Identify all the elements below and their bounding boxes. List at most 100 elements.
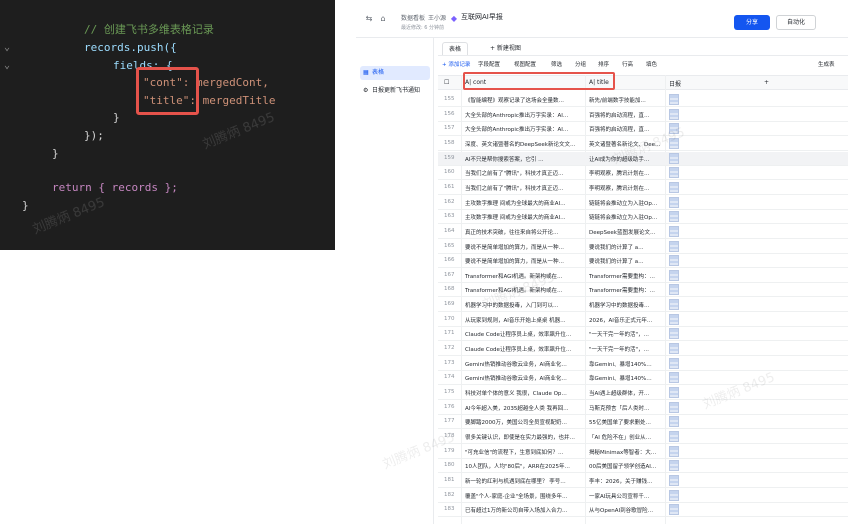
cell-title[interactable]: 从与OpenAI到谷歌冒险… <box>589 506 665 514</box>
attachment-thumbnail[interactable] <box>669 108 679 120</box>
table-row[interactable]: 161 当我们之前有了"腾讯"，科技才真正迈… 李明观察，腾讯计划在… <box>438 181 848 195</box>
tab-table[interactable]: 表格 <box>442 42 469 55</box>
cell-title[interactable]: "一天干完一年的活"，… <box>589 330 665 338</box>
collapse-icon[interactable]: ⇆ <box>364 14 374 24</box>
attachment-thumbnail[interactable] <box>669 181 679 193</box>
group-button[interactable]: 分组 <box>575 60 586 68</box>
cell-title[interactable]: "一天干完一年的活"，… <box>589 345 665 353</box>
cell-cont[interactable]: 主攻数字推理 间或为全球最大的商业AI… <box>465 213 585 221</box>
cell-title[interactable]: 一家AI玩具公司宣称千… <box>589 492 665 500</box>
table-row[interactable]: 165 要说不是简单增加的算力，而是从一种… 要说我们的计算了 a… <box>438 240 848 254</box>
table-row[interactable]: 162 主攻数字推理 间或为全球最大的商业AI… 链链将会推动立为入驻Op… <box>438 196 848 210</box>
table-row[interactable]: 163 主攻数字推理 间或为全球最大的商业AI… 链链将会推动立为入驻Op… <box>438 210 848 225</box>
table-row[interactable]: 172 Claude Code让程序员上桌，效率飙升位… "一天干完一年的活"，… <box>438 342 848 357</box>
filter-button[interactable]: 筛选 <box>551 60 562 68</box>
attachment-thumbnail[interactable] <box>669 489 679 501</box>
table-row[interactable]: 171 Claude Code让程序员上桌，效率飙升位… "一天干完一年的活"，… <box>438 327 848 342</box>
attachment-thumbnail[interactable] <box>669 255 679 267</box>
table-row[interactable]: 176 AI今年超入美，2035超越全人类 我再回… 马斯克预言「后人类时… <box>438 401 848 415</box>
table-row[interactable]: 177 要脚踏2000万，美国公司全员宣视配奶… 55亿美国单了要求删处… <box>438 415 848 430</box>
attachment-thumbnail[interactable] <box>669 416 679 428</box>
cell-cont[interactable]: 真正的技术突破，往往来自将公开论… <box>465 228 585 236</box>
attachment-thumbnail[interactable] <box>669 269 679 281</box>
cell-cont[interactable]: Gemini热销推动谷歌云业务，AI商业化… <box>465 374 585 382</box>
cell-title[interactable]: 新先/前端数字技能加… <box>589 96 665 104</box>
attachment-thumbnail[interactable] <box>669 284 679 296</box>
table-row[interactable]: 170 从玩家到规则，AI音乐开始上桌桌 机器… 2026，AI音乐正式元年… <box>438 313 848 327</box>
attachment-thumbnail[interactable] <box>669 94 679 105</box>
cell-title[interactable]: 链链将会推动立为入驻Op… <box>589 199 665 207</box>
cell-cont[interactable]: 深度、英文诸暨著名的DeepSeek新论文文… <box>465 140 585 148</box>
attachment-thumbnail[interactable] <box>669 401 679 413</box>
attachment-thumbnail[interactable] <box>669 387 679 398</box>
table-row[interactable]: 174 Gemini热销推动谷歌云业务，AI商业化… 靠Gemini、暴增140%… <box>438 371 848 386</box>
attachment-thumbnail[interactable] <box>669 460 679 472</box>
generate-table-button[interactable]: 生成表 <box>818 60 835 68</box>
cell-cont[interactable]: AI今年超入美，2035超越全人类 我再回… <box>465 404 585 412</box>
select-all-checkbox[interactable]: ☐ <box>444 79 449 86</box>
table-row[interactable]: 160 当我们之前有了"腾讯"，科技才真正迈… 李明观察，腾讯计划在… <box>438 166 848 181</box>
fold-chevron-icon[interactable]: ⌄ <box>4 40 10 56</box>
cell-title[interactable]: 55亿美国单了要求删处… <box>589 418 665 426</box>
cell-cont[interactable]: 要说不是简单增加的算力，而是从一种… <box>465 243 585 251</box>
breadcrumb-root[interactable]: 数据看板 <box>401 13 425 22</box>
share-button[interactable]: 分享 <box>734 15 770 30</box>
sidebar-item-notify[interactable]: ⚙ 日报更新飞书通知 <box>360 84 430 98</box>
cell-title[interactable]: 2026，AI音乐正式元年… <box>589 316 665 324</box>
cell-cont[interactable]: 大全头部的Anthropic推出万字实录：AI… <box>465 111 585 119</box>
table-row[interactable]: 181 新一轮的红利与机遇到底在哪里？ 李号… 李丰：2026，关于赚钱… <box>438 474 848 488</box>
cell-cont[interactable]: 科技对单个体的意义 我很，Claude Op… <box>465 389 585 397</box>
cell-cont[interactable]: 要说不是简单增加的算力，而是从一种… <box>465 257 585 265</box>
table-row[interactable]: 167 Transformer和AGI机遇。新架构或在… Transformer需要… <box>438 269 848 283</box>
cell-title[interactable]: 李丰：2026，关于赚钱… <box>589 477 665 485</box>
automation-button[interactable]: 自动化 <box>776 15 816 30</box>
cell-cont[interactable]: Claude Code让程序员上桌，效率飙升位… <box>465 345 585 353</box>
attachment-thumbnail[interactable] <box>669 474 679 486</box>
table-row[interactable]: 156 大全头部的Anthropic推出万字实录：AI… 百强将的启动流程，直… <box>438 108 848 122</box>
attachment-thumbnail[interactable] <box>669 372 679 384</box>
cell-title[interactable]: 马斯克预言「后人类时… <box>589 404 665 412</box>
cell-title[interactable]: 靠Gemini、暴增140%… <box>589 360 665 368</box>
cell-cont[interactable]: "可充业信"的流程下，生意到底如何？… <box>465 448 585 456</box>
tab-new-view[interactable]: + 新建视图 <box>490 42 521 55</box>
attachment-thumbnail[interactable] <box>669 328 679 340</box>
row-height-button[interactable]: 行高 <box>622 60 633 68</box>
cell-cont[interactable]: 当我们之前有了"腾讯"，科技才真正迈… <box>465 184 585 192</box>
column-header-daily[interactable]: 日报 <box>669 79 681 88</box>
cell-cont[interactable]: Claude Code让程序员上桌，效率飙升位… <box>465 330 585 338</box>
attachment-thumbnail[interactable] <box>669 152 679 164</box>
table-row[interactable]: 157 大全头部的Anthropic推出万字实录：AI… 百强将的启动流程，直… <box>438 122 848 137</box>
table-row[interactable]: 173 Gemini热销推动谷歌云业务，AI商业化… 靠Gemini、暴增140%… <box>438 357 848 371</box>
cell-title[interactable]: Transformer需要重构：… <box>589 272 665 280</box>
sort-button[interactable]: 排序 <box>598 60 609 68</box>
cell-cont[interactable]: 从玩家到规则，AI音乐开始上桌桌 机器… <box>465 316 585 324</box>
cell-cont[interactable]: 大全头部的Anthropic推出万字实录：AI… <box>465 125 585 133</box>
cell-cont[interactable]: 覆盖"个人-家庭-企业"全场景，围绕多年… <box>465 492 585 500</box>
attachment-thumbnail[interactable] <box>669 445 679 457</box>
cell-title[interactable]: DeepSeek蓝图发展论文… <box>589 228 665 236</box>
table-row[interactable]: 179 "可充业信"的流程下，生意到底如何？… 揭秘Minimax等智者：大… <box>438 445 848 459</box>
attachment-thumbnail[interactable] <box>669 225 679 237</box>
table-row[interactable]: 164 真正的技术突破，往往来自将公开论… DeepSeek蓝图发展论文… <box>438 225 848 239</box>
table-row[interactable]: 166 要说不是简单增加的算力，而是从一种… 要说我们的计算了 a… <box>438 254 848 269</box>
cell-title[interactable]: 「AI 危险不在」创业从… <box>589 433 665 441</box>
table-row[interactable]: 180 10人团队，人均"80后"，ARR在2025年… 00后美国留子领学创造AI… <box>438 459 848 474</box>
cell-cont[interactable]: 新一轮的红利与机遇到底在哪里？ 李号… <box>465 477 585 485</box>
field-config-button[interactable]: 字段配置 <box>478 60 500 68</box>
cell-title[interactable]: 百强将的启动流程，直… <box>589 111 665 119</box>
cell-cont[interactable]: 主攻数字推理 间或为全球最大的商业AI… <box>465 199 585 207</box>
cell-cont[interactable]: 很多关键认识，即使是在实力最强的，也并… <box>465 433 585 441</box>
attachment-thumbnail[interactable] <box>669 196 679 208</box>
cell-title[interactable]: 揭秘Minimax等智者：大… <box>589 448 665 456</box>
doc-title[interactable]: 互联网AI早报 <box>461 12 503 22</box>
cell-cont[interactable]: AI不只是帮你搜索答案，它引 … <box>465 155 585 163</box>
attachment-thumbnail[interactable] <box>669 211 679 223</box>
cell-cont[interactable]: 已有超过1万的新公司自带入场加入合力… <box>465 506 585 514</box>
cell-cont[interactable]: 10人团队，人均"80后"，ARR在2025年… <box>465 462 585 470</box>
table-row[interactable]: 155 《智能编程》观察记录了这场会全量数… 新先/前端数字技能加… <box>438 93 848 107</box>
cell-title[interactable]: 要说我们的计算了 a… <box>589 243 665 251</box>
sidebar-item-table[interactable]: ▦ 表格 <box>360 66 430 80</box>
cell-title[interactable]: 链链将会推动立为入驻Op… <box>589 213 665 221</box>
table-row[interactable]: 182 覆盖"个人-家庭-企业"全场景，围绕多年… 一家AI玩具公司宣称千… <box>438 489 848 503</box>
attachment-thumbnail[interactable] <box>669 357 679 369</box>
